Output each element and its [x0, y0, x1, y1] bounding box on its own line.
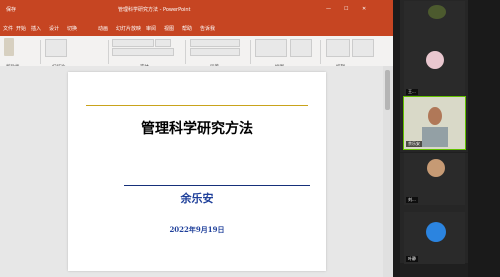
gold-rule [86, 105, 308, 106]
scroll-thumb[interactable] [385, 70, 390, 110]
alignment-buttons[interactable] [190, 48, 240, 56]
tab-help[interactable]: 帮助 [182, 25, 192, 32]
avatar [427, 159, 445, 177]
window-title: 管理科学研究方法 - PowerPoint [118, 7, 191, 13]
autosave-label[interactable]: 保存 [6, 6, 16, 13]
maximize-icon[interactable]: ☐ [344, 6, 348, 12]
vertical-scrollbar[interactable] [383, 66, 393, 277]
ribbon-separator [250, 40, 251, 64]
tab-tell-me[interactable]: 告诉我 [200, 25, 215, 32]
shapes-gallery[interactable] [255, 39, 287, 57]
paragraph-buttons[interactable] [190, 39, 240, 47]
font-format-buttons[interactable] [112, 48, 174, 56]
speaker-shirt [422, 127, 448, 147]
panel-divider[interactable] [393, 0, 400, 277]
slide-title[interactable]: 管理科学研究方法 [68, 118, 326, 138]
slide-canvas[interactable]: 管理科学研究方法 余乐安 2022年9月19日 [68, 72, 326, 271]
tab-file[interactable]: 文件 [3, 25, 13, 32]
tab-view[interactable]: 视图 [164, 25, 174, 32]
ribbon-separator [108, 40, 109, 64]
participant-name: 王... [406, 89, 418, 95]
paste-icon[interactable] [4, 38, 14, 56]
minimize-icon[interactable]: — [326, 6, 331, 12]
participant-name: 叶静 [406, 256, 418, 262]
arrange-button[interactable] [290, 39, 312, 57]
avatar [426, 51, 444, 69]
ribbon-tabs: 文件 开始 插入 设计 切换 动画 幻灯片放映 审阅 视图 帮助 告诉我 [0, 22, 393, 36]
ribbon-home: 剪贴板 幻灯片 字体 段落 绘图 编辑 [0, 36, 393, 70]
participant-video: 王... [404, 45, 465, 97]
tab-insert[interactable]: 插入 [31, 25, 41, 32]
participant-video: 余乐安 [403, 96, 466, 150]
tab-slideshow[interactable]: 幻灯片放映 [116, 25, 141, 32]
close-icon[interactable]: ✕ [362, 6, 366, 12]
tab-home[interactable]: 开始 [16, 25, 26, 32]
ribbon-separator [320, 40, 321, 64]
participant-video: 刘... [404, 153, 465, 205]
ribbon-separator [185, 40, 186, 64]
ribbon-separator [40, 40, 41, 64]
slide-author[interactable]: 余乐安 [68, 190, 326, 206]
dictate-button[interactable] [352, 39, 374, 57]
speaker-face [428, 107, 442, 125]
participant-video: 叶静 [404, 212, 465, 264]
tab-animations[interactable]: 动画 [98, 25, 108, 32]
participant-name: 余乐安 [406, 141, 422, 147]
avatar [428, 5, 446, 19]
new-slide-button[interactable] [45, 39, 67, 57]
powerpoint-window: 保存 管理科学研究方法 - PowerPoint — ☐ ✕ 文件 开始 插入 … [0, 0, 393, 277]
font-size-dropdown[interactable] [155, 39, 171, 47]
find-replace-button[interactable] [326, 39, 350, 57]
participant-name: 刘... [406, 197, 418, 203]
font-name-dropdown[interactable] [112, 39, 154, 47]
title-bar: 保存 管理科学研究方法 - PowerPoint — ☐ ✕ [0, 0, 393, 22]
tab-transitions[interactable]: 切换 [67, 25, 77, 32]
meeting-sidebar [468, 0, 500, 277]
avatar [426, 222, 446, 242]
tab-review[interactable]: 审阅 [146, 25, 156, 32]
tab-design[interactable]: 设计 [49, 25, 59, 32]
slide-date[interactable]: 2022年9月19日 [68, 225, 326, 235]
blue-rule [124, 185, 310, 186]
